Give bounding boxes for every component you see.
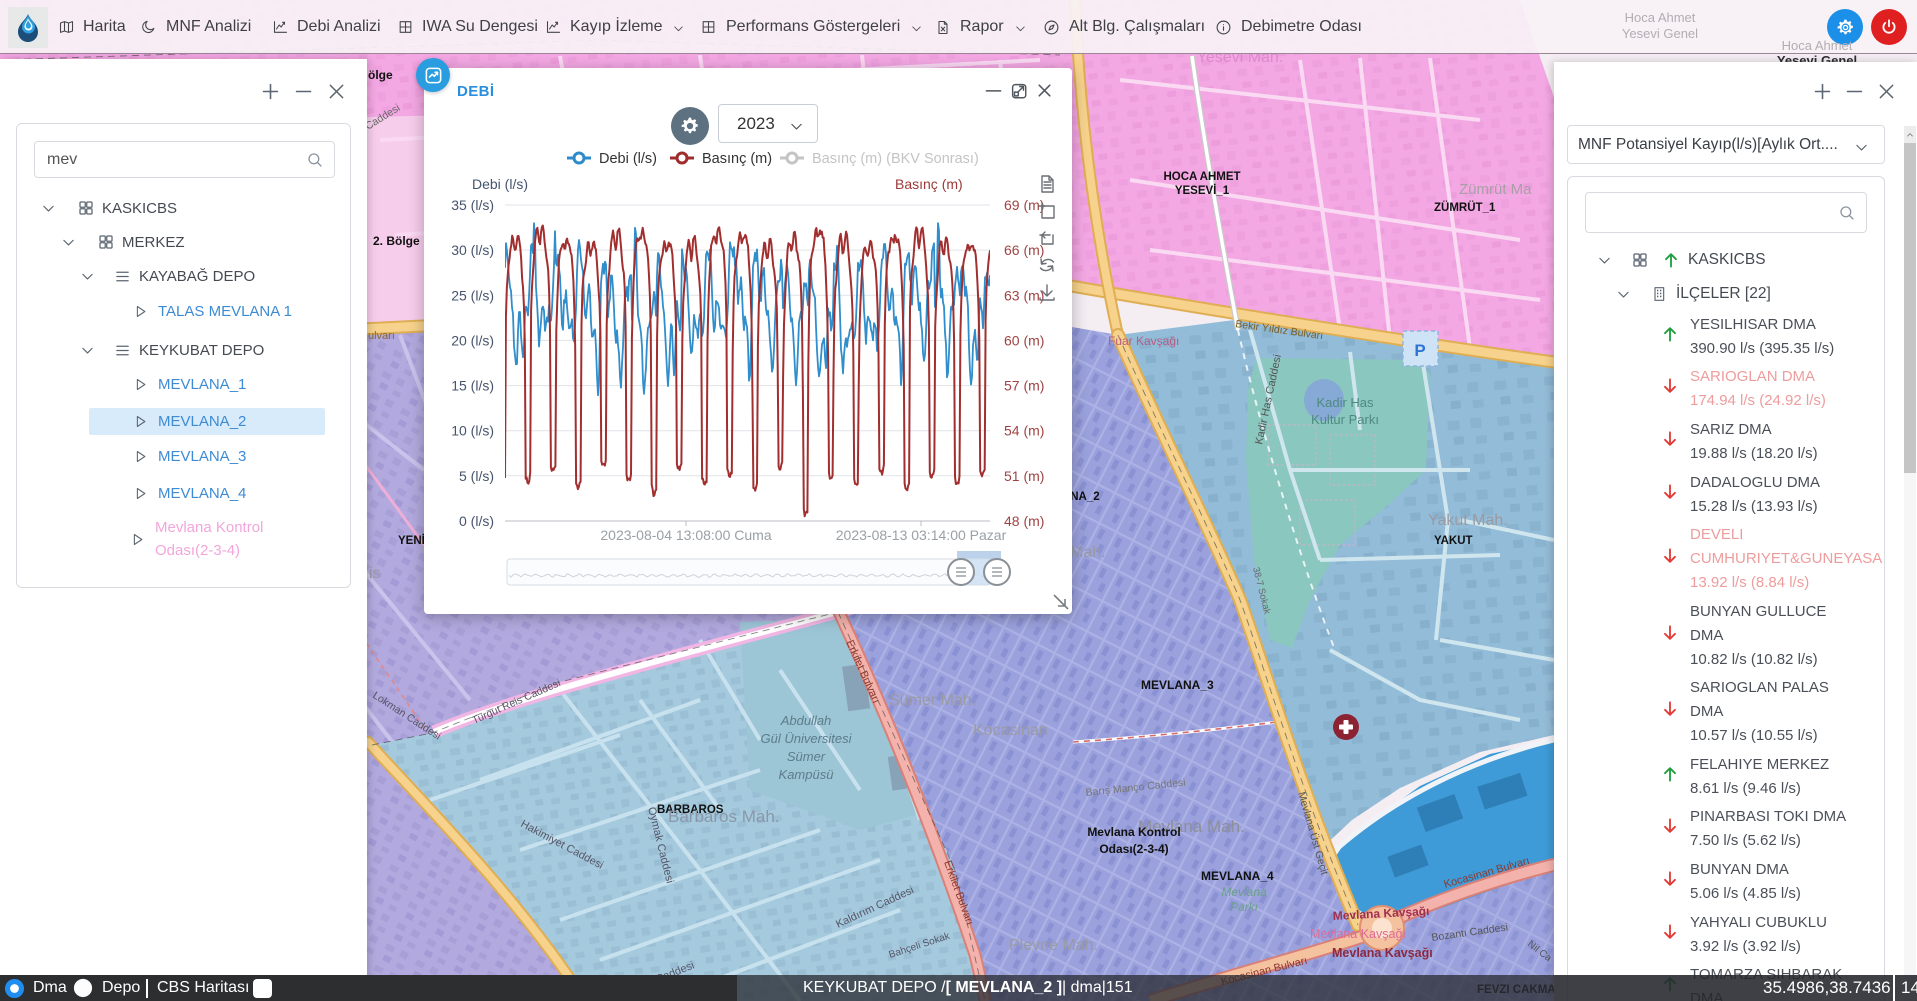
svg-text:57 (m): 57 (m)	[1004, 378, 1044, 394]
svg-text:Mah.: Mah.	[1070, 544, 1106, 561]
svg-text:69 (m): 69 (m)	[1004, 197, 1044, 213]
svg-text:HOCA AHMET: HOCA AHMET	[1163, 171, 1240, 183]
svg-text:Basınç (m): Basınç (m)	[895, 176, 963, 192]
svg-text:Gül Üniversitesi: Gül Üniversitesi	[760, 731, 852, 746]
svg-text:Mevlana: Mevlana	[1221, 885, 1267, 899]
svg-text:30 (l/s): 30 (l/s)	[451, 242, 494, 258]
svg-text:ulvarı: ulvarı	[368, 330, 395, 342]
svg-text:Barbaros Mah.: Barbaros Mah.	[668, 807, 780, 826]
svg-text:Kocasinan: Kocasinan	[973, 722, 1048, 739]
svg-text:Kampüsü: Kampüsü	[779, 767, 834, 782]
svg-text:Debi (l/s): Debi (l/s)	[472, 176, 528, 192]
svg-text:35 (l/s): 35 (l/s)	[451, 197, 494, 213]
svg-text:20 (l/s): 20 (l/s)	[451, 332, 494, 348]
svg-text:10 (l/s): 10 (l/s)	[451, 423, 494, 439]
svg-text:ZÜMRÜT_1: ZÜMRÜT_1	[1434, 201, 1496, 214]
svg-text:Odası(2-3-4): Odası(2-3-4)	[1099, 842, 1168, 856]
svg-text:Sümer: Sümer	[787, 749, 826, 764]
svg-text:YAKUT: YAKUT	[1434, 535, 1473, 547]
svg-text:Kadir Has: Kadir Has	[1316, 395, 1374, 410]
svg-text:MEVLANA_3: MEVLANA_3	[1141, 678, 1214, 692]
svg-text:51 (m): 51 (m)	[1004, 468, 1044, 484]
svg-text:Kultur Parkı: Kultur Parkı	[1311, 412, 1379, 427]
svg-text:Basınç (m) (BKV Sonrası): Basınç (m) (BKV Sonrası)	[812, 151, 979, 167]
svg-text:2023-08-04 13:08:00 Cuma: 2023-08-04 13:08:00 Cuma	[600, 527, 771, 543]
svg-text:Zümrüt Ma: Zümrüt Ma	[1459, 181, 1532, 198]
svg-text:63 (m): 63 (m)	[1004, 287, 1044, 303]
svg-text:25 (l/s): 25 (l/s)	[451, 287, 494, 303]
svg-text:ölge: ölge	[368, 68, 393, 82]
svg-text:Fuar Kavşağı: Fuar Kavşağı	[1108, 334, 1179, 348]
svg-text:15 (l/s): 15 (l/s)	[451, 378, 494, 394]
svg-text:2. Bölge: 2. Bölge	[373, 234, 420, 248]
svg-text:48 (m): 48 (m)	[1004, 513, 1044, 529]
svg-text:0 (l/s): 0 (l/s)	[459, 513, 494, 529]
svg-text:Sümer Mah.: Sümer Mah.	[889, 692, 976, 709]
svg-text:YENİ: YENİ	[398, 534, 425, 547]
svg-text:Mevlana Kavşağı: Mevlana Kavşağı	[1310, 927, 1406, 941]
svg-text:Basınç (m): Basınç (m)	[702, 151, 772, 167]
svg-text:5 (l/s): 5 (l/s)	[459, 468, 494, 484]
svg-text:Plevne Mah.: Plevne Mah.	[1009, 937, 1098, 954]
svg-text:Abdullah: Abdullah	[780, 713, 832, 728]
svg-text:Mevlana Kontrol: Mevlana Kontrol	[1087, 825, 1180, 839]
svg-text:Yakut Mah.: Yakut Mah.	[1428, 512, 1508, 529]
svg-text:Debi (l/s): Debi (l/s)	[599, 151, 657, 167]
svg-text:MEVLANA_4: MEVLANA_4	[1201, 869, 1274, 883]
svg-text:2023-08-13 03:14:00 Pazar: 2023-08-13 03:14:00 Pazar	[836, 527, 1007, 543]
svg-text:60 (m): 60 (m)	[1004, 332, 1044, 348]
svg-text:Mevlana Kavşağı: Mevlana Kavşağı	[1332, 946, 1433, 960]
svg-text:66 (m): 66 (m)	[1004, 242, 1044, 258]
svg-text:YESEVİ_1: YESEVİ_1	[1175, 184, 1230, 197]
svg-text:54 (m): 54 (m)	[1004, 423, 1044, 439]
svg-text:is: is	[369, 565, 381, 582]
svg-text:Parkı: Parkı	[1230, 900, 1258, 914]
svg-text:P: P	[1414, 341, 1425, 360]
